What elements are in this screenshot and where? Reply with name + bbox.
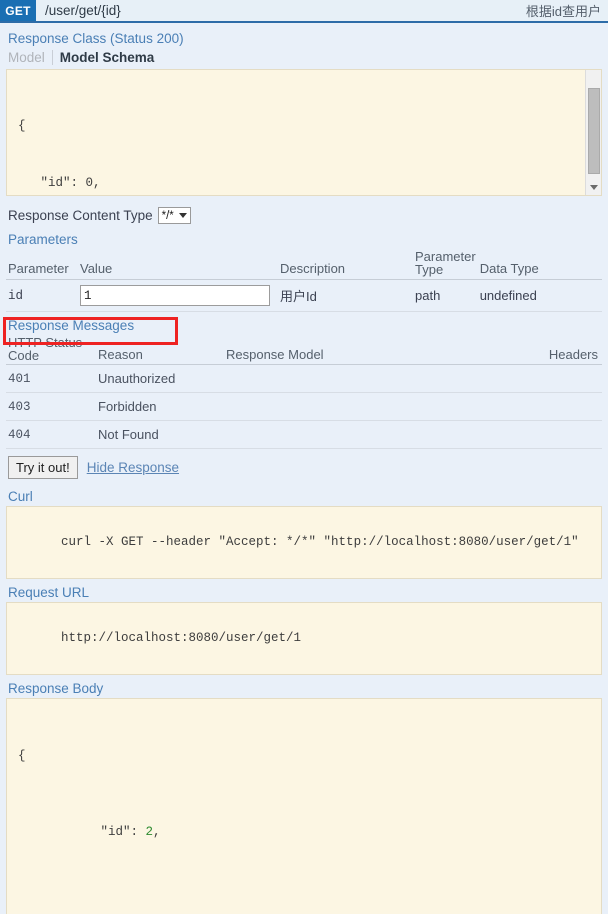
status-reason: Not Found (96, 421, 224, 449)
header-description: Description (278, 249, 413, 280)
tab-model[interactable]: Model (8, 50, 52, 65)
status-code: 401 (6, 365, 96, 393)
header-headers: Headers (454, 335, 602, 365)
parameter-data-type: undefined (478, 280, 602, 312)
response-content-type-label: Response Content Type (8, 208, 153, 223)
status-reason: Unauthorized (96, 365, 224, 393)
chevron-down-icon (179, 213, 187, 218)
status-response-model (224, 365, 454, 393)
header-http-status-code: HTTP Status Code (6, 335, 96, 365)
operation-body: Response Class (Status 200) Model Model … (0, 23, 608, 914)
response-body-box: { "id": 2, "name": "李四", "password": "12… (6, 698, 602, 914)
parameters-header-row: Parameter Value Description Parameter Ty… (6, 249, 602, 280)
status-code: 403 (6, 393, 96, 421)
response-messages-table: HTTP Status Code Reason Response Model H… (6, 335, 602, 449)
scrollbar-thumb[interactable] (588, 88, 600, 174)
header-response-model: Response Model (224, 335, 454, 365)
header-parameter-type: Parameter Type (413, 249, 478, 280)
response-body-title: Response Body (6, 675, 602, 698)
status-headers (454, 421, 602, 449)
parameters-title: Parameters (6, 226, 602, 249)
response-body-line: "id": 2, (18, 804, 590, 861)
status-reason: Forbidden (96, 393, 224, 421)
response-content-type-row: Response Content Type */* (6, 196, 602, 226)
status-headers (454, 393, 602, 421)
header-status-line2: Code (8, 348, 39, 363)
request-url-box: http://localhost:8080/user/get/1 (6, 602, 602, 675)
hide-response-link[interactable]: Hide Response (87, 460, 179, 475)
table-row: 403 Forbidden (6, 393, 602, 421)
response-body-line: { (18, 747, 590, 766)
parameter-name: id (6, 280, 78, 312)
request-url-title: Request URL (6, 579, 602, 602)
operation-summary: 根据id查用户 (526, 0, 608, 21)
json-punct: , (153, 825, 161, 839)
status-code: 404 (6, 421, 96, 449)
schema-line: "id": 0, (18, 174, 577, 193)
tab-model-schema[interactable]: Model Schema (52, 50, 162, 65)
operation-path: /user/get/{id} (36, 0, 121, 21)
http-method-badge: GET (0, 0, 36, 21)
curl-command-box: curl -X GET --header "Accept: */*" "http… (6, 506, 602, 579)
response-messages-title: Response Messages (6, 312, 602, 335)
header-value: Value (78, 249, 278, 280)
try-it-out-button[interactable]: Try it out! (8, 456, 78, 479)
status-headers (454, 365, 602, 393)
response-body-line: "name": "李四", (18, 899, 590, 914)
swagger-operation-panel: GET /user/get/{id} 根据id查用户 Response Clas… (0, 0, 608, 914)
header-data-type: Data Type (478, 249, 602, 280)
table-row: id 用户Id path undefined (6, 280, 602, 312)
response-content-type-select[interactable]: */* (158, 207, 191, 224)
table-row: 404 Not Found (6, 421, 602, 449)
response-class-title: Response Class (Status 200) (6, 23, 602, 48)
curl-command: curl -X GET --header "Accept: */*" "http… (61, 535, 579, 549)
operation-header[interactable]: GET /user/get/{id} 根据id查用户 (0, 0, 608, 23)
scroll-down-icon[interactable] (586, 180, 602, 195)
header-parameter-type-line2: Type (415, 262, 443, 277)
status-response-model (224, 393, 454, 421)
table-row: 401 Unauthorized (6, 365, 602, 393)
header-reason: Reason (96, 335, 224, 365)
parameter-type: path (413, 280, 478, 312)
json-value: 2 (146, 825, 154, 839)
curl-title: Curl (6, 483, 602, 506)
json-key: "id": (78, 825, 146, 839)
action-row: Try it out! Hide Response (6, 449, 602, 483)
request-url-value: http://localhost:8080/user/get/1 (61, 631, 301, 645)
schema-scrollbar[interactable] (585, 70, 601, 195)
parameters-table: Parameter Value Description Parameter Ty… (6, 249, 602, 312)
response-messages-header-row: HTTP Status Code Reason Response Model H… (6, 335, 602, 365)
response-content-type-value: */* (162, 210, 174, 222)
parameter-description: 用户Id (278, 280, 413, 312)
status-response-model (224, 421, 454, 449)
header-parameter: Parameter (6, 249, 78, 280)
model-schema-box: { "id": 0, "name": "string", "password":… (6, 69, 602, 196)
parameter-value-cell (78, 280, 278, 312)
model-tabs: Model Model Schema (6, 48, 602, 69)
parameter-value-input[interactable] (80, 285, 270, 306)
schema-line: { (18, 117, 577, 136)
